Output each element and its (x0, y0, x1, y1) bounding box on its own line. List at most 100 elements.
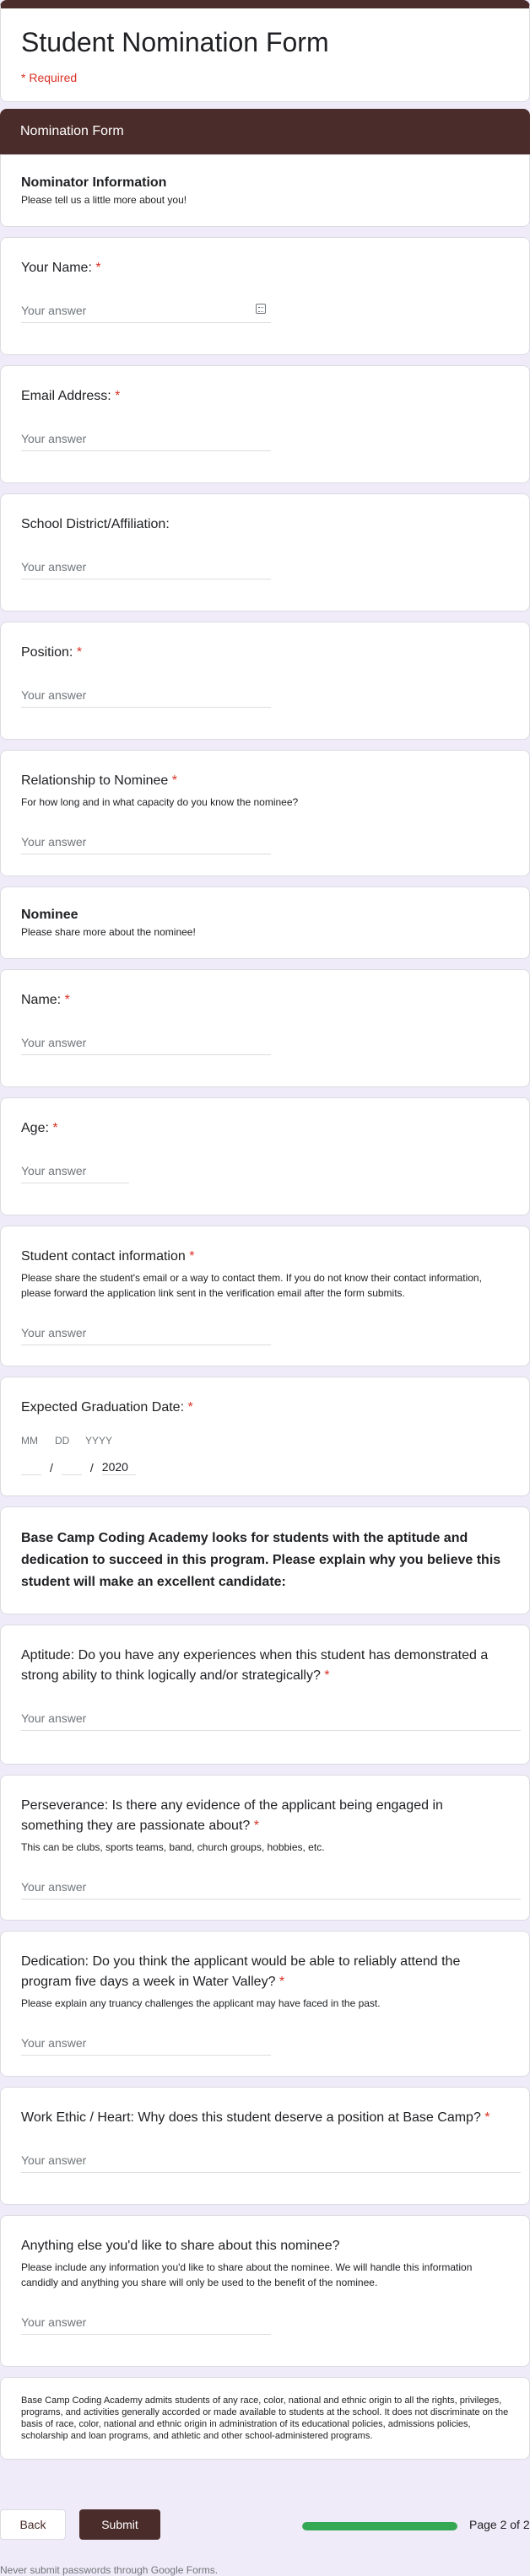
question-title: School District/Affiliation: (21, 517, 170, 531)
required-asterisk: * (250, 1819, 259, 1833)
required-asterisk: * (480, 2110, 490, 2125)
required-asterisk: * (111, 389, 121, 403)
day-input[interactable] (61, 1460, 82, 1475)
legal-notice: Base Camp Coding Academy admits students… (0, 2377, 530, 2460)
progress-fill (302, 2522, 457, 2530)
question-description: This can be clubs, sports teams, band, c… (21, 1841, 325, 1853)
answer-input[interactable]: Your answer (21, 1711, 521, 1731)
question-description: Please explain any truancy challenges th… (21, 1997, 381, 2009)
question-title: Work Ethic / Heart: Why does this studen… (21, 2110, 490, 2125)
question-card: Aptitude: Do you have any experiences wh… (0, 1625, 530, 1765)
back-button[interactable]: Back (0, 2509, 66, 2540)
question-title: Email Address: * (21, 389, 121, 403)
required-asterisk: * (275, 1975, 285, 1989)
footer-note: Never submit passwords through Google Fo… (0, 2564, 219, 2576)
question-card: Age: * Your answer (0, 1097, 530, 1215)
statement-card: Base Camp Coding Academy looks for stude… (0, 1506, 530, 1614)
answer-input[interactable]: Your answer (21, 432, 271, 451)
month-label: MM (21, 1435, 38, 1447)
question-title: Perseverance: Is there any evidence of t… (21, 1798, 443, 1833)
year-input[interactable]: 2020 (101, 1460, 136, 1475)
required-asterisk: * (320, 1668, 330, 1683)
question-title: Name: * (21, 993, 70, 1007)
answer-placeholder: Your answer (21, 835, 87, 849)
answer-placeholder: Your answer (21, 2315, 87, 2329)
form-title: Student Nomination Form (21, 27, 329, 57)
question-card: Work Ethic / Heart: Why does this studen… (0, 2087, 530, 2205)
month-input[interactable] (21, 1460, 41, 1475)
section-banner: Nomination Form (0, 109, 530, 154)
question-title: Student contact information * (21, 1249, 195, 1264)
question-card: Student contact information * Please shar… (0, 1226, 530, 1366)
section-title: Nominee (21, 908, 78, 922)
section-title: Nominator Information (21, 175, 167, 190)
answer-input[interactable]: Your answer (21, 560, 271, 579)
question-title: Anything else you'd like to share about … (21, 2239, 340, 2253)
question-title: Position: * (21, 645, 83, 660)
required-asterisk: * (91, 261, 101, 275)
answer-placeholder: Your answer (21, 688, 87, 702)
progress-bar (302, 2522, 457, 2530)
answer-placeholder: Your answer (21, 432, 87, 445)
required-asterisk: * (61, 993, 70, 1007)
answer-placeholder: Your answer (21, 2036, 87, 2050)
question-title: Expected Graduation Date: * (21, 1400, 193, 1415)
question-card: Perseverance: Is there any evidence of t… (0, 1775, 530, 1921)
required-asterisk: * (185, 1249, 195, 1264)
question-card: Email Address: * Your answer (0, 365, 530, 483)
question-card: School District/Affiliation: Your answer (0, 493, 530, 612)
required-asterisk: * (168, 773, 177, 788)
question-title: Age: * (21, 1121, 58, 1135)
answer-input[interactable]: Your answer (21, 1326, 271, 1345)
question-graduation-date: Expected Graduation Date: * MM DD YYYY /… (0, 1377, 530, 1496)
question-description: Please include any information you'd lik… (21, 2261, 473, 2288)
answer-placeholder: Your answer (21, 304, 87, 317)
answer-input[interactable]: Your answer (21, 2153, 521, 2173)
section-description: Please share more about the nominee! (21, 926, 196, 938)
answer-placeholder: Your answer (21, 2153, 87, 2167)
question-description: Please share the student's email or a wa… (21, 1272, 482, 1299)
answer-input[interactable]: Your answer (21, 2315, 271, 2335)
answer-placeholder: Your answer (21, 1036, 87, 1049)
answer-placeholder: Your answer (21, 1880, 87, 1894)
answer-input[interactable]: Your answer (21, 1880, 521, 1900)
required-note: * Required (21, 71, 78, 84)
day-label: DD (55, 1435, 70, 1447)
question-card: Anything else you'd like to share about … (0, 2215, 530, 2367)
answer-input[interactable]: Your answer (21, 1036, 271, 1055)
submit-button[interactable]: Submit (79, 2509, 160, 2540)
question-title: Your Name: * (21, 261, 101, 275)
form-navigation: Back Submit Page 2 of 2 (0, 2509, 530, 2543)
answer-placeholder: Your answer (21, 1164, 87, 1178)
question-card: Position: * Your answer (0, 622, 530, 740)
question-title: Dedication: Do you think the applicant w… (21, 1954, 461, 1989)
date-input-row: / / 2020 (21, 1460, 509, 1475)
question-card: Name: * Your answer (0, 969, 530, 1087)
form-header: Student Nomination Form * Required (0, 0, 530, 102)
answer-placeholder: Your answer (21, 1326, 87, 1339)
answer-input[interactable]: Your answer (21, 688, 271, 708)
answer-input[interactable]: Your answer (21, 304, 271, 323)
answer-input[interactable]: Your answer (21, 835, 271, 854)
nominator-section: Nominator Information Please tell us a l… (0, 154, 530, 227)
required-asterisk: * (48, 1121, 58, 1135)
question-title: Aptitude: Do you have any experiences wh… (21, 1648, 489, 1683)
question-description: For how long and in what capacity do you… (21, 796, 299, 808)
answer-placeholder: Your answer (21, 560, 87, 574)
answer-input[interactable]: Your answer (21, 2036, 271, 2056)
question-card: Relationship to Nominee * For how long an… (0, 750, 530, 876)
question-title: Relationship to Nominee * (21, 773, 177, 788)
date-separator: / (89, 1461, 94, 1474)
year-label: YYYY (85, 1435, 113, 1447)
required-asterisk: * (73, 645, 83, 660)
nominee-section: Nominee Please share more about the nomi… (0, 887, 530, 959)
date-separator: / (50, 1461, 53, 1474)
question-card: Dedication: Do you think the applicant w… (0, 1931, 530, 2077)
keyboard-icon[interactable] (256, 304, 266, 314)
section-description: Please tell us a little more about you! (21, 194, 187, 206)
page-count: Page 2 of 2 (469, 2518, 530, 2531)
question-card: Your Name: * Your answer (0, 237, 530, 355)
answer-placeholder: Your answer (21, 1711, 87, 1725)
date-labels: MM DD YYYY (21, 1435, 509, 1447)
answer-input[interactable]: Your answer (21, 1164, 129, 1183)
